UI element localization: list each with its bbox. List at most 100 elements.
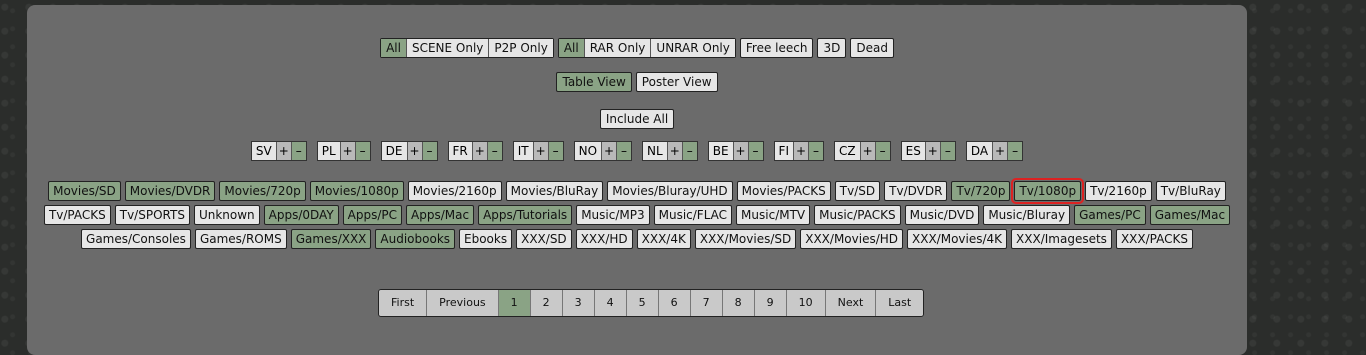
category-music-mtv[interactable]: Music/MTV xyxy=(736,205,811,225)
language-include-button[interactable]: + xyxy=(276,142,292,160)
category-games-xxx[interactable]: Games/XXX xyxy=(290,229,372,249)
category-music-mp3[interactable]: Music/MP3 xyxy=(576,205,650,225)
language-include-button[interactable]: + xyxy=(794,142,809,160)
category-music-packs[interactable]: Music/PACKS xyxy=(814,205,901,225)
language-code[interactable]: NL xyxy=(643,142,668,160)
category-apps-pc[interactable]: Apps/PC xyxy=(342,205,403,225)
category-unknown[interactable]: Unknown xyxy=(193,205,260,225)
page-10-button[interactable]: 10 xyxy=(786,290,826,316)
category-music-flac[interactable]: Music/FLAC xyxy=(653,205,733,225)
category-movies-bluray-uhd[interactable]: Movies/Bluray/UHD xyxy=(607,181,733,201)
language-code[interactable]: DE xyxy=(381,142,408,160)
language-code[interactable]: SV xyxy=(251,142,277,160)
category-ebooks[interactable]: Ebooks xyxy=(459,229,513,249)
category-tv-720p[interactable]: Tv/720p xyxy=(951,181,1011,201)
page-5-button[interactable]: 5 xyxy=(626,290,659,316)
language-include-button[interactable]: + xyxy=(667,142,683,160)
language-code[interactable]: FI xyxy=(774,142,794,160)
page-first-button[interactable]: First xyxy=(379,290,428,316)
scene-only-button[interactable]: SCENE Only xyxy=(406,39,490,57)
category-xxx-packs[interactable]: XXX/PACKS xyxy=(1115,229,1193,249)
page-previous-button[interactable]: Previous xyxy=(427,290,499,316)
category-xxx-4k[interactable]: XXX/4K xyxy=(636,229,691,249)
language-exclude-button[interactable]: – xyxy=(355,142,370,160)
category-tv-sd[interactable]: Tv/SD xyxy=(834,181,881,201)
category-tv-sports[interactable]: Tv/SPORTS xyxy=(114,205,190,225)
category-xxx-hd[interactable]: XXX/HD xyxy=(575,229,633,249)
page-7-button[interactable]: 7 xyxy=(690,290,723,316)
language-include-button[interactable]: + xyxy=(860,142,876,160)
category-apps-0day[interactable]: Apps/0DAY xyxy=(263,205,339,225)
category-movies-dvdr[interactable]: Movies/DVDR xyxy=(124,181,216,201)
category-games-roms[interactable]: Games/ROMS xyxy=(194,229,287,249)
language-include-button[interactable]: + xyxy=(993,142,1009,160)
category-games-pc[interactable]: Games/PC xyxy=(1074,205,1146,225)
language-code[interactable]: BE xyxy=(708,142,734,160)
dead-button[interactable]: Dead xyxy=(850,38,894,58)
page-4-button[interactable]: 4 xyxy=(594,290,627,316)
language-code[interactable]: PL xyxy=(317,142,341,160)
language-exclude-button[interactable]: – xyxy=(617,142,632,160)
language-code[interactable]: DA xyxy=(966,142,994,160)
category-music-bluray[interactable]: Music/Bluray xyxy=(983,205,1071,225)
category-games-consoles[interactable]: Games/Consoles xyxy=(81,229,191,249)
page-2-button[interactable]: 2 xyxy=(530,290,563,316)
language-include-button[interactable]: + xyxy=(472,142,488,160)
p2p-only-button[interactable]: P2P Only xyxy=(489,39,553,57)
category-xxx-movies-hd[interactable]: XXX/Movies/HD xyxy=(800,229,904,249)
language-exclude-button[interactable]: – xyxy=(422,142,437,160)
category-audiobooks[interactable]: Audiobooks xyxy=(375,229,456,249)
language-code[interactable]: ES xyxy=(901,142,926,160)
unrar-only-button[interactable]: UNRAR Only xyxy=(651,39,735,57)
category-xxx-imagesets[interactable]: XXX/Imagesets xyxy=(1011,229,1112,249)
archive-all-button[interactable]: All xyxy=(558,39,585,57)
free-leech-button[interactable]: Free leech xyxy=(739,38,814,58)
category-games-mac[interactable]: Games/Mac xyxy=(1149,205,1231,225)
page-8-button[interactable]: 8 xyxy=(722,290,755,316)
category-xxx-sd[interactable]: XXX/SD xyxy=(516,229,572,249)
category-xxx-movies-sd[interactable]: XXX/Movies/SD xyxy=(694,229,797,249)
language-include-button[interactable]: + xyxy=(602,142,618,160)
language-exclude-button[interactable]: – xyxy=(548,142,563,160)
language-exclude-button[interactable]: – xyxy=(748,142,763,160)
category-movies-1080p[interactable]: Movies/1080p xyxy=(309,181,404,201)
language-code[interactable]: CZ xyxy=(835,142,861,160)
3d-button[interactable]: 3D xyxy=(817,38,847,58)
page-6-button[interactable]: 6 xyxy=(658,290,691,316)
language-code[interactable]: FR xyxy=(448,142,473,160)
language-exclude-button[interactable]: – xyxy=(809,142,823,160)
category-movies-packs[interactable]: Movies/PACKS xyxy=(736,181,831,201)
release-all-button[interactable]: All xyxy=(381,39,407,57)
rar-only-button[interactable]: RAR Only xyxy=(584,39,652,57)
poster-view-button[interactable]: Poster View xyxy=(635,72,718,92)
language-exclude-button[interactable]: – xyxy=(487,142,502,160)
language-exclude-button[interactable]: – xyxy=(940,142,955,160)
page-1-button[interactable]: 1 xyxy=(498,290,531,316)
table-view-button[interactable]: Table View xyxy=(556,72,632,92)
language-exclude-button[interactable]: – xyxy=(291,142,306,160)
category-movies-2160p[interactable]: Movies/2160p xyxy=(407,181,502,201)
category-movies-sd[interactable]: Movies/SD xyxy=(48,181,121,201)
page-9-button[interactable]: 9 xyxy=(754,290,787,316)
category-xxx-movies-4k[interactable]: XXX/Movies/4K xyxy=(907,229,1008,249)
category-tv-1080p[interactable]: Tv/1080p xyxy=(1011,178,1085,204)
category-music-dvd[interactable]: Music/DVD xyxy=(904,205,980,225)
language-exclude-button[interactable]: – xyxy=(1008,142,1023,160)
page-next-button[interactable]: Next xyxy=(825,290,877,316)
page-last-button[interactable]: Last xyxy=(876,290,924,316)
language-exclude-button[interactable]: – xyxy=(875,142,890,160)
language-code[interactable]: IT xyxy=(513,142,534,160)
page-3-button[interactable]: 3 xyxy=(562,290,595,316)
category-movies-bluray[interactable]: Movies/BluRay xyxy=(505,181,604,201)
category-tv-dvdr[interactable]: Tv/DVDR xyxy=(884,181,948,201)
include-all-button[interactable]: Include All xyxy=(599,109,675,129)
category-apps-tutorials[interactable]: Apps/Tutorials xyxy=(478,205,573,225)
language-include-button[interactable]: + xyxy=(340,142,356,160)
language-exclude-button[interactable]: – xyxy=(682,142,697,160)
category-movies-720p[interactable]: Movies/720p xyxy=(219,181,306,201)
category-tv-bluray[interactable]: Tv/BluRay xyxy=(1155,181,1226,201)
category-tv-2160p[interactable]: Tv/2160p xyxy=(1085,181,1152,201)
language-include-button[interactable]: + xyxy=(733,142,749,160)
category-apps-mac[interactable]: Apps/Mac xyxy=(406,205,475,225)
language-code[interactable]: NO xyxy=(574,142,603,160)
